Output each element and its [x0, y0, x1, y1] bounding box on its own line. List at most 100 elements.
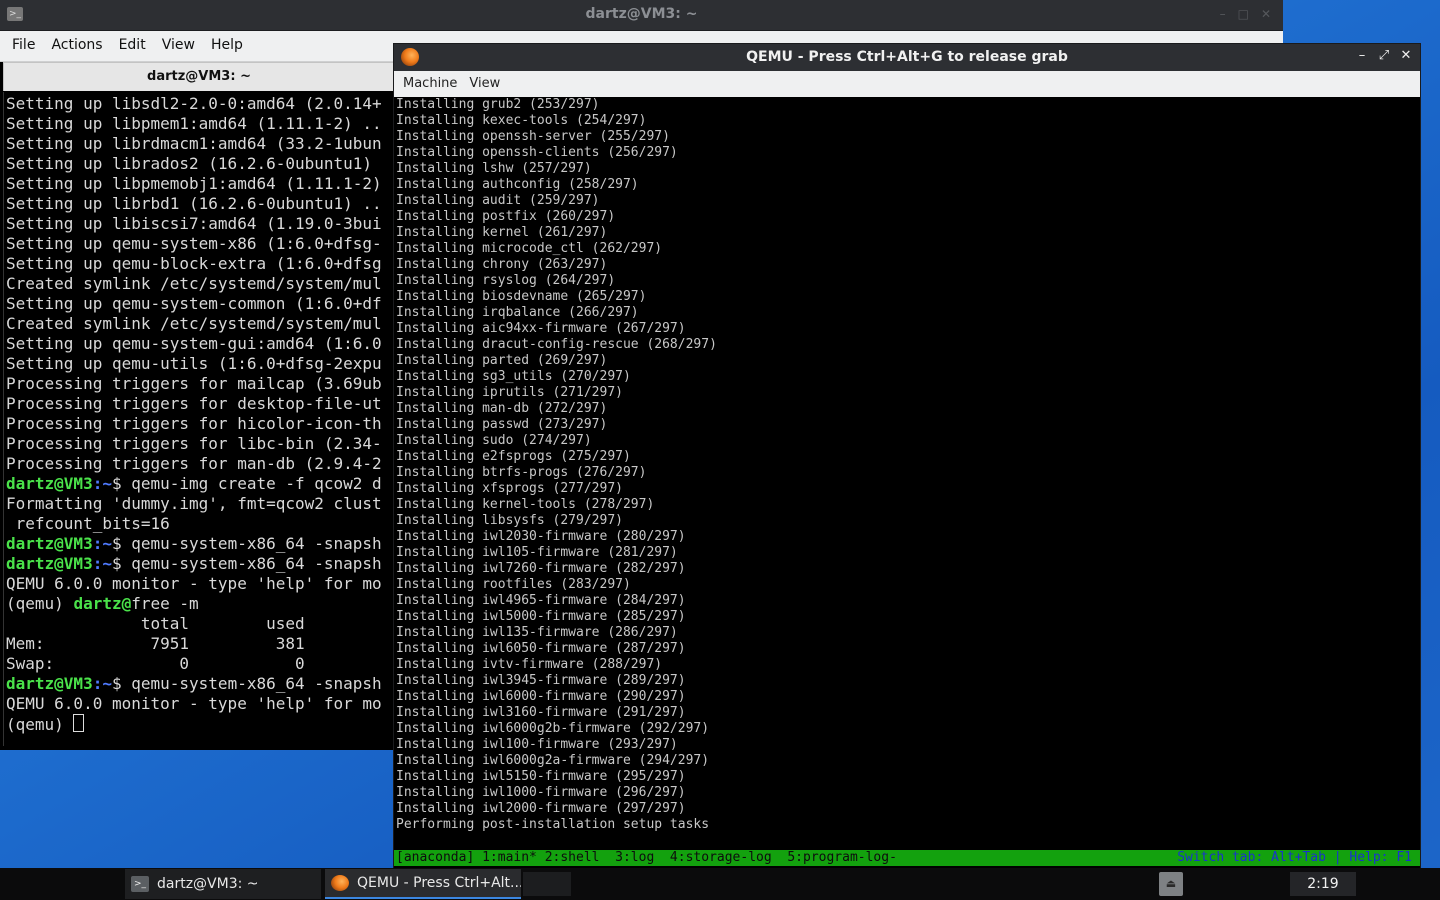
- console-line: Installing rsyslog (264/297): [396, 273, 616, 288]
- command-text: $ qemu-system-x86_64 -snapsh: [111, 554, 382, 573]
- terminal-line: Processing triggers for hicolor-icon-th: [6, 414, 382, 433]
- prompt-path: :~: [92, 534, 112, 553]
- text-cursor: [73, 714, 85, 732]
- taskbar-item-label: QEMU - Press Ctrl+Alt...: [357, 875, 521, 891]
- vm-display[interactable]: Installing grub2 (253/297) Installing kex…: [394, 97, 1420, 868]
- qemu-titlebar[interactable]: QEMU - Press Ctrl+Alt+G to release grab …: [394, 44, 1420, 71]
- command-line: dartz@VM3:~$ qemu-system-x86_64 -snapsh: [6, 674, 382, 694]
- terminal-line: Setting up libpmemobj1:amd64 (1.11.1-2): [6, 174, 382, 193]
- terminal-line: Created symlink /etc/systemd/system/mul: [6, 274, 382, 293]
- menu-machine[interactable]: Machine: [397, 71, 463, 97]
- status-help: Switch tab: Alt+Tab | Help: F1: [1177, 850, 1412, 865]
- command-line: dartz@VM3:~$ qemu-system-x86_64 -snapsh: [6, 534, 382, 554]
- terminal-line: Setting up libsdl2-2.0-0:amd64 (2.0.14+: [6, 94, 382, 113]
- console-line: Installing openssh-clients (256/297): [396, 145, 678, 160]
- console-line: Installing iwl1000-firmware (296/297): [396, 785, 686, 800]
- qemu-window[interactable]: QEMU - Press Ctrl+Alt+G to release grab …: [394, 44, 1420, 868]
- menu-view[interactable]: View: [154, 31, 203, 59]
- terminal-line: Setting up qemu-system-x86 (1:6.0+dfsg-: [6, 234, 382, 253]
- console-line: Installing iwl4965-firmware (284/297): [396, 593, 686, 608]
- console-line: Installing iwl100-firmware (293/297): [396, 737, 678, 752]
- console-line: Installing sudo (274/297): [396, 433, 592, 448]
- taskbar-item-terminal[interactable]: >_ dartz@VM3: ~: [125, 869, 321, 899]
- free-header: total used: [6, 614, 305, 633]
- terminal-line: Setting up qemu-system-gui:amd64 (1:6.0: [6, 334, 382, 353]
- command-text: $ qemu-system-x86_64 -snapsh: [111, 674, 382, 693]
- console-line: Installing passwd (273/297): [396, 417, 608, 432]
- qemu-prompt: (qemu): [6, 715, 74, 734]
- menu-view[interactable]: View: [463, 71, 506, 97]
- tray-eject-icon[interactable]: ⏏: [1159, 872, 1183, 896]
- console-line: Installing dracut-config-rescue (268/297…: [396, 337, 717, 352]
- terminal-line: Processing triggers for libc-bin (2.34-: [6, 434, 382, 453]
- console-line: Installing lshw (257/297): [396, 161, 592, 176]
- terminal-line: Setting up libiscsi7:amd64 (1.19.0-3bui: [6, 214, 382, 233]
- console-line: Installing iwl3945-firmware (289/297): [396, 673, 686, 688]
- menu-edit[interactable]: Edit: [111, 31, 154, 59]
- qemu-monitor-line: (qemu) dartz@free -m: [6, 594, 199, 614]
- console-line: Installing man-db (272/297): [396, 401, 608, 416]
- prompt-user: dartz@VM3: [6, 474, 93, 493]
- console-line: Installing iwl7260-firmware (282/297): [396, 561, 686, 576]
- console-line: Installing openssh-server (255/297): [396, 129, 670, 144]
- maximize-icon[interactable]: □: [1238, 7, 1249, 21]
- terminal-line: Formatting 'dummy.img', fmt=qcow2 clust: [6, 494, 382, 513]
- menu-help[interactable]: Help: [203, 31, 251, 59]
- qemu-icon: [331, 875, 349, 891]
- prompt-user: dartz@VM3: [6, 534, 93, 553]
- maximize-icon[interactable]: ⤢: [1378, 48, 1390, 63]
- terminal-line: Processing triggers for desktop-file-ut: [6, 394, 382, 413]
- console-line: Installing microcode_ctl (262/297): [396, 241, 663, 256]
- terminal-icon: >_: [131, 876, 149, 892]
- console-line: Installing aic94xx-firmware (267/297): [396, 321, 686, 336]
- terminal-tab[interactable]: dartz@VM3: ~: [3, 62, 395, 91]
- anaconda-status-bar: [anaconda] 1:main* 2:shell 3:log 4:stora…: [394, 850, 1420, 866]
- console-line: Installing rootfiles (283/297): [396, 577, 631, 592]
- console-line: Installing irqbalance (266/297): [396, 305, 639, 320]
- prompt-user: dartz@VM3: [6, 554, 93, 573]
- console-line: Installing iwl105-firmware (281/297): [396, 545, 678, 560]
- console-line: Installing ivtv-firmware (288/297): [396, 657, 663, 672]
- console-line: Installing grub2 (253/297): [396, 97, 600, 112]
- terminal-line: Setting up qemu-system-common (1:6.0+df: [6, 294, 382, 313]
- console-line: Installing kernel (261/297): [396, 225, 608, 240]
- terminal-window-title: dartz@VM3: ~: [585, 6, 698, 22]
- console-line: Installing sg3_utils (270/297): [396, 369, 631, 384]
- prompt-path: :~: [92, 474, 112, 493]
- console-line: Installing iwl2030-firmware (280/297): [396, 529, 686, 544]
- clock[interactable]: 2:19: [1290, 872, 1356, 896]
- taskbar-item-qemu[interactable]: QEMU - Press Ctrl+Alt...: [325, 869, 521, 899]
- terminal-titlebar[interactable]: >_ dartz@VM3: ~ – □ ✕: [0, 0, 1283, 31]
- prompt-user: dartz@: [73, 594, 132, 613]
- terminal-line: QEMU 6.0.0 monitor - type 'help' for mo: [6, 574, 382, 593]
- console-line: Installing iwl6000-firmware (290/297): [396, 689, 686, 704]
- qemu-window-title: QEMU - Press Ctrl+Alt+G to release grab: [746, 49, 1068, 65]
- qemu-menubar: Machine View: [394, 71, 1420, 97]
- console-line: Installing iwl5150-firmware (295/297): [396, 769, 686, 784]
- console-line: Installing iwl3160-firmware (291/297): [396, 705, 686, 720]
- menu-actions[interactable]: Actions: [43, 31, 110, 59]
- taskbar-spacer: [523, 872, 571, 896]
- minimize-icon[interactable]: –: [1356, 48, 1368, 63]
- console-line: Installing iwl6000g2b-firmware (292/297): [396, 721, 710, 736]
- console-line: Performing post-installation setup tasks: [396, 817, 710, 832]
- qemu-monitor-line[interactable]: (qemu): [6, 714, 85, 735]
- prompt-path: :~: [92, 674, 112, 693]
- console-line: Installing kexec-tools (254/297): [396, 113, 647, 128]
- console-line: Installing iprutils (271/297): [396, 385, 623, 400]
- console-line: Installing iwl6000g2a-firmware (294/297): [396, 753, 710, 768]
- terminal-output[interactable]: Setting up libsdl2-2.0-0:amd64 (2.0.14+ …: [3, 92, 394, 746]
- minimize-icon[interactable]: –: [1220, 7, 1226, 21]
- command-text: free -m: [131, 594, 199, 613]
- console-line: Installing xfsprogs (277/297): [396, 481, 623, 496]
- taskbar-item-label: dartz@VM3: ~: [157, 876, 259, 892]
- console-line: Installing parted (269/297): [396, 353, 608, 368]
- menu-file[interactable]: File: [4, 31, 43, 59]
- close-icon[interactable]: ✕: [1261, 7, 1271, 21]
- console-line: Installing audit (259/297): [396, 193, 600, 208]
- console-line: Installing postfix (260/297): [396, 209, 616, 224]
- console-line: Installing iwl5000-firmware (285/297): [396, 609, 686, 624]
- close-icon[interactable]: ✕: [1400, 48, 1412, 63]
- terminal-line: Processing triggers for man-db (2.9.4-2: [6, 454, 382, 473]
- command-text: $ qemu-system-x86_64 -snapsh: [111, 534, 382, 553]
